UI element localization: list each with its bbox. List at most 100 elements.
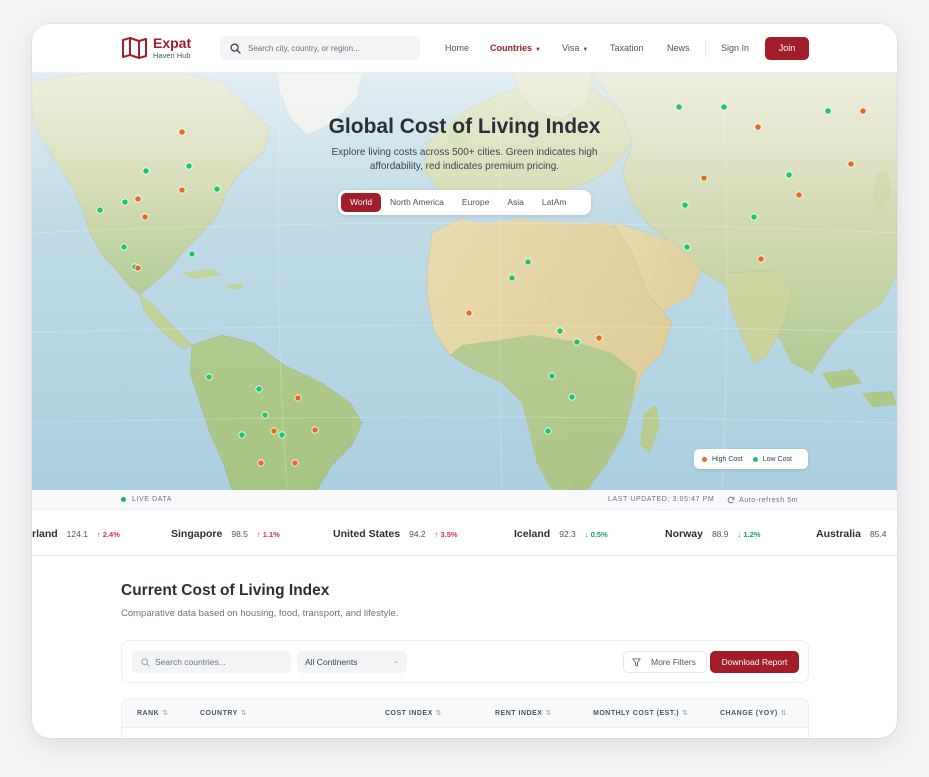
- city-marker-low-cost[interactable]: [261, 411, 269, 419]
- region-tab-north-america[interactable]: North America: [381, 193, 453, 212]
- nav-home[interactable]: Home: [445, 43, 469, 53]
- sort-icon: ⇅: [240, 710, 248, 717]
- ticker-country: Iceland: [514, 528, 551, 540]
- chevron-down-icon: ▼: [535, 47, 541, 53]
- city-marker-low-cost[interactable]: [120, 243, 128, 251]
- nav-news[interactable]: News: [667, 43, 690, 53]
- column-rent-index[interactable]: RENT INDEX ⇅: [495, 709, 552, 717]
- ticker-change: ↑: [895, 530, 897, 539]
- nav-countries-label: Countries: [490, 43, 533, 53]
- nav-visa-label: Visa: [562, 43, 580, 53]
- join-button[interactable]: Join: [765, 37, 809, 60]
- refresh-icon: [727, 496, 735, 504]
- sign-in-link[interactable]: Sign In: [721, 43, 749, 53]
- nav-countries[interactable]: Countries ▼: [490, 43, 541, 53]
- logo[interactable]: Expat Haven Hub: [122, 36, 191, 60]
- region-tab-latam[interactable]: LatAm: [533, 193, 576, 212]
- download-report-button[interactable]: Download Report: [710, 651, 799, 673]
- city-marker-high-cost[interactable]: [178, 186, 186, 194]
- sort-icon: ⇅: [545, 710, 552, 717]
- more-filters-button[interactable]: More Filters: [623, 651, 707, 673]
- ticker-item[interactable]: United States 94.2 ↑ 3.5%: [333, 528, 458, 540]
- city-marker-low-cost[interactable]: [683, 243, 691, 251]
- city-marker-low-cost[interactable]: [548, 372, 556, 380]
- ticker-value: 92.3: [559, 529, 576, 539]
- city-marker-high-cost[interactable]: [291, 459, 299, 467]
- ticker-item[interactable]: Norway 88.9 ↓ 1.2%: [665, 528, 760, 540]
- ticker-item[interactable]: rland 124.1 ↑ 2.4%: [32, 528, 120, 540]
- city-marker-high-cost[interactable]: [294, 394, 302, 402]
- city-marker-low-cost[interactable]: [568, 393, 576, 401]
- column-change-yoy[interactable]: CHANGE (YOY) ⇅: [720, 709, 787, 717]
- high-cost-dot-icon: [702, 456, 707, 462]
- region-tab-world[interactable]: World: [341, 193, 382, 212]
- continent-select[interactable]: All Continents ⌄: [297, 651, 407, 673]
- city-marker-low-cost[interactable]: [675, 103, 683, 111]
- city-marker-low-cost[interactable]: [278, 431, 286, 439]
- city-marker-low-cost[interactable]: [720, 103, 728, 111]
- region-tab-asia[interactable]: Asia: [498, 193, 533, 212]
- city-marker-low-cost[interactable]: [524, 258, 532, 266]
- column-rank[interactable]: RANK ⇅: [137, 709, 169, 717]
- city-marker-high-cost[interactable]: [134, 264, 142, 272]
- city-marker-low-cost[interactable]: [681, 201, 689, 209]
- ticker-country: Norway: [665, 528, 703, 540]
- region-tab-europe[interactable]: Europe: [453, 193, 498, 212]
- cost-table: RANK ⇅ COUNTRY ⇅ COST INDEX ⇅ RENT INDEX ⇅ M…: [121, 698, 809, 738]
- chevron-down-icon: ▼: [582, 47, 589, 53]
- city-marker-low-cost[interactable]: [544, 427, 552, 435]
- city-marker-high-cost[interactable]: [134, 195, 142, 203]
- city-marker-high-cost[interactable]: [595, 334, 603, 342]
- city-marker-high-cost[interactable]: [465, 309, 473, 317]
- city-marker-low-cost[interactable]: [750, 213, 758, 221]
- ticker-change-value: 3.5%: [440, 530, 458, 539]
- ticker-country: Singapore: [171, 528, 223, 540]
- book-map-icon: [122, 37, 147, 59]
- city-marker-low-cost[interactable]: [188, 250, 196, 258]
- ticker-value: 124.1: [66, 529, 88, 539]
- column-country[interactable]: COUNTRY ⇅: [200, 709, 247, 717]
- auto-refresh[interactable]: Auto-refresh 5m: [727, 496, 798, 504]
- city-marker-high-cost[interactable]: [270, 427, 278, 435]
- city-marker-low-cost[interactable]: [573, 338, 581, 346]
- chevron-down-icon: ⌄: [393, 658, 399, 665]
- city-marker-low-cost[interactable]: [508, 274, 516, 282]
- section-title: Current Cost of Living Index: [121, 582, 330, 599]
- nav-visa[interactable]: Visa ▼: [562, 43, 588, 53]
- column-cost-index[interactable]: COST INDEX ⇅: [385, 709, 442, 717]
- hero-title: Global Cost of Living Index: [328, 115, 601, 138]
- filter-icon: [632, 657, 641, 667]
- ticker-change-value: 0.5%: [590, 530, 608, 539]
- city-marker-high-cost[interactable]: [757, 255, 765, 263]
- city-marker-low-cost[interactable]: [213, 185, 221, 193]
- city-marker-high-cost[interactable]: [859, 107, 867, 115]
- city-marker-high-cost[interactable]: [700, 174, 708, 182]
- ticker-item[interactable]: Australia 85.4 ↑: [816, 528, 897, 540]
- search-icon: [230, 42, 241, 54]
- city-marker-low-cost[interactable]: [255, 385, 263, 393]
- city-marker-high-cost[interactable]: [311, 426, 319, 434]
- city-marker-high-cost[interactable]: [141, 213, 149, 221]
- city-marker-low-cost[interactable]: [121, 198, 129, 206]
- city-marker-low-cost[interactable]: [96, 206, 104, 214]
- city-marker-low-cost[interactable]: [556, 327, 564, 335]
- status-bar: LIVE DATA LAST UPDATED: 3:05:47 PM Auto-…: [32, 490, 897, 510]
- ticker-change: ↓ 0.5%: [585, 530, 608, 539]
- city-marker-low-cost[interactable]: [238, 431, 246, 439]
- city-marker-high-cost[interactable]: [795, 191, 803, 199]
- nav-taxation[interactable]: Taxation: [610, 43, 644, 53]
- column-monthly-cost[interactable]: MONTHLY COST (EST.) ⇅: [593, 709, 689, 717]
- city-marker-low-cost[interactable]: [205, 373, 213, 381]
- city-marker-low-cost[interactable]: [824, 107, 832, 115]
- column-cost-index-label: COST INDEX: [385, 710, 433, 717]
- ticker-item[interactable]: Singapore 98.5 ↑ 1.1%: [171, 528, 280, 540]
- sort-icon: ⇅: [162, 710, 169, 717]
- ticker-country: Australia: [816, 528, 861, 540]
- city-marker-high-cost[interactable]: [257, 459, 265, 467]
- column-country-label: COUNTRY: [200, 710, 238, 717]
- search-icon: [141, 657, 150, 667]
- global-search-input[interactable]: Search city, country, or region...: [220, 36, 420, 60]
- country-search-input[interactable]: Search countries...: [132, 651, 291, 673]
- ticker-change: ↓ 1.2%: [737, 530, 760, 539]
- ticker-item[interactable]: Iceland 92.3 ↓ 0.5%: [514, 528, 608, 540]
